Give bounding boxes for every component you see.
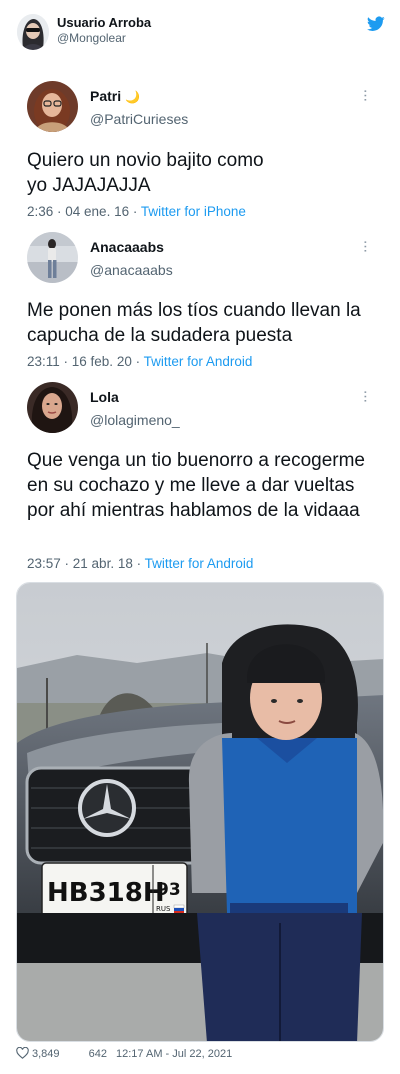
heart-icon (16, 1046, 29, 1059)
tweet-text: Que venga un tio buenorro a recogerme en… (27, 450, 365, 521)
avatar[interactable] (27, 81, 78, 132)
more-options-icon[interactable]: ··· (356, 86, 374, 104)
twitter-bird-icon[interactable] (367, 16, 385, 32)
quoted-tweet[interactable]: Patri 🌙 @PatriCurieses ··· Quiero un nov… (0, 78, 400, 223)
tweet-source-link[interactable]: Twitter for iPhone (141, 204, 246, 219)
avatar[interactable] (27, 382, 78, 433)
display-name[interactable]: Anacaaabs (90, 239, 164, 255)
like-count: 3,849 (32, 1048, 60, 1061)
like-button[interactable]: 3,849 (16, 1046, 60, 1061)
tweet-timestamp[interactable]: 2:36 · 04 ene. 16 · (27, 204, 141, 219)
tweet-timestamp[interactable]: 23:57 · 21 abr. 18 · (27, 556, 145, 571)
tweet-meta: 23:57 · 21 abr. 18 · Twitter for Android (27, 556, 253, 571)
tweet-date[interactable]: 12:17 AM - Jul 22, 2021 (116, 1048, 232, 1060)
plate-region-code: 93 (157, 880, 181, 900)
quoted-tweet[interactable]: Lola @lolagimeno_ ··· Que venga un tio b… (0, 380, 400, 575)
avatar[interactable] (17, 14, 49, 50)
user-handle[interactable]: @Mongolear (57, 31, 126, 45)
tweet-photo[interactable]: НВ318Н 93 RUS (16, 582, 384, 1042)
user-handle[interactable]: @lolagimeno_ (90, 412, 180, 428)
more-options-icon[interactable]: ··· (356, 237, 374, 255)
reply-count[interactable]: 642 (89, 1048, 107, 1060)
tweet-source-link[interactable]: Twitter for Android (145, 556, 254, 571)
display-name[interactable]: Patri 🌙 (90, 88, 140, 104)
moon-emoji: 🌙 (125, 90, 140, 104)
plate-country: RUS (156, 905, 171, 913)
user-handle[interactable]: @anacaaabs (90, 262, 173, 278)
user-handle[interactable]: @PatriCurieses (90, 111, 188, 127)
quoted-tweet[interactable]: Anacaaabs @anacaaabs ··· Me ponen más lo… (0, 230, 400, 375)
tweet-source-link[interactable]: Twitter for Android (144, 354, 253, 369)
avatar[interactable] (27, 232, 78, 283)
tweet-meta: 2:36 · 04 ene. 16 · Twitter for iPhone (27, 204, 246, 219)
tweet-header: Usuario Arroba @Mongolear (0, 0, 400, 60)
tweet-text: Quiero un novio bajito como yo JAJAJAJJA (27, 150, 264, 196)
tweet-text: Me ponen más los tíos cuando llevan la c… (27, 300, 361, 346)
display-name[interactable]: Usuario Arroba (57, 15, 151, 30)
tweet-footer: 3,849 642 12:17 AM - Jul 22, 2021 (16, 1046, 232, 1065)
tweet-timestamp[interactable]: 23:11 · 16 feb. 20 · (27, 354, 144, 369)
more-options-icon[interactable]: ··· (356, 387, 374, 405)
tweet-meta: 23:11 · 16 feb. 20 · Twitter for Android (27, 354, 252, 369)
display-name[interactable]: Lola (90, 389, 119, 405)
license-plate-number: НВ318Н (47, 878, 165, 908)
